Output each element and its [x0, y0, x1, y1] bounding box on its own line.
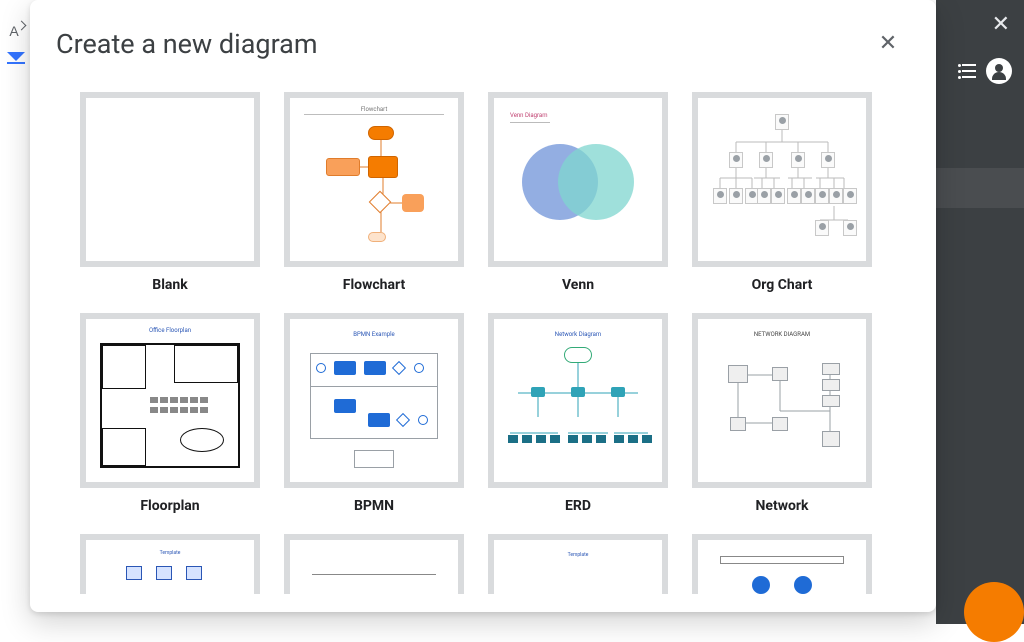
template-erd-thumb: Network Diagram	[488, 313, 668, 488]
close-icon[interactable]: ✕	[992, 14, 1010, 36]
template-network-thumb: NETWORK DIAGRAM	[692, 313, 872, 488]
template-bpmn[interactable]: BPMN Example BPMN	[284, 313, 464, 514]
right-rail: ✕	[936, 0, 1024, 624]
template-venn-thumb: Venn Diagram	[488, 92, 668, 267]
template-label: Org Chart	[692, 277, 872, 293]
template-floorplan[interactable]: Office Floorplan Floorplan	[80, 313, 260, 514]
template-label: Network	[692, 498, 872, 514]
template-bpmn-thumb: BPMN Example	[284, 313, 464, 488]
template-partial-thumb	[284, 534, 464, 594]
template-blank[interactable]: Blank	[80, 92, 260, 293]
template-flowchart[interactable]: Flowchart Flowchart	[284, 92, 464, 293]
template-list: Blank Flowchart Flowchart	[30, 68, 936, 612]
template-label: Blank	[80, 277, 260, 293]
template-partial-thumb: Template	[488, 534, 668, 594]
template-label: ERD	[488, 498, 668, 514]
template-label: BPMN	[284, 498, 464, 514]
text-tool-icon[interactable]: A	[9, 24, 18, 38]
template-blank-thumb	[80, 92, 260, 267]
modal-close-icon[interactable]: ✕	[874, 30, 902, 58]
shape-dropdown-icon[interactable]	[7, 52, 21, 62]
template-label: Flowchart	[284, 277, 464, 293]
template-label: Floorplan	[80, 498, 260, 514]
left-toolbar: A	[0, 0, 28, 624]
create-diagram-modal: Create a new diagram ✕ Blank Flowchart	[30, 0, 936, 612]
template-venn[interactable]: Venn Diagram Venn	[488, 92, 668, 293]
template-label: Venn	[488, 277, 668, 293]
right-panel-tab[interactable]	[936, 168, 1024, 208]
modal-header: Create a new diagram ✕	[30, 0, 936, 68]
template-orgchart-thumb	[692, 92, 872, 267]
template-partial-thumb: Template	[80, 534, 260, 594]
modal-title: Create a new diagram	[56, 28, 318, 60]
list-icon[interactable]	[958, 64, 976, 78]
template-floorplan-thumb: Office Floorplan	[80, 313, 260, 488]
account-icon[interactable]	[986, 58, 1012, 84]
fab-button[interactable]	[964, 582, 1024, 642]
template-orgchart[interactable]: Org Chart	[692, 92, 872, 293]
template-partial-4[interactable]	[692, 534, 872, 594]
template-partial-thumb	[692, 534, 872, 594]
template-erd[interactable]: Network Diagram ERD	[488, 313, 668, 514]
template-flowchart-thumb: Flowchart	[284, 92, 464, 267]
template-partial-1[interactable]: Template	[80, 534, 260, 594]
template-partial-3[interactable]: Template	[488, 534, 668, 594]
template-network[interactable]: NETWORK DIAGRAM Network	[692, 313, 872, 514]
template-partial-2[interactable]	[284, 534, 464, 594]
